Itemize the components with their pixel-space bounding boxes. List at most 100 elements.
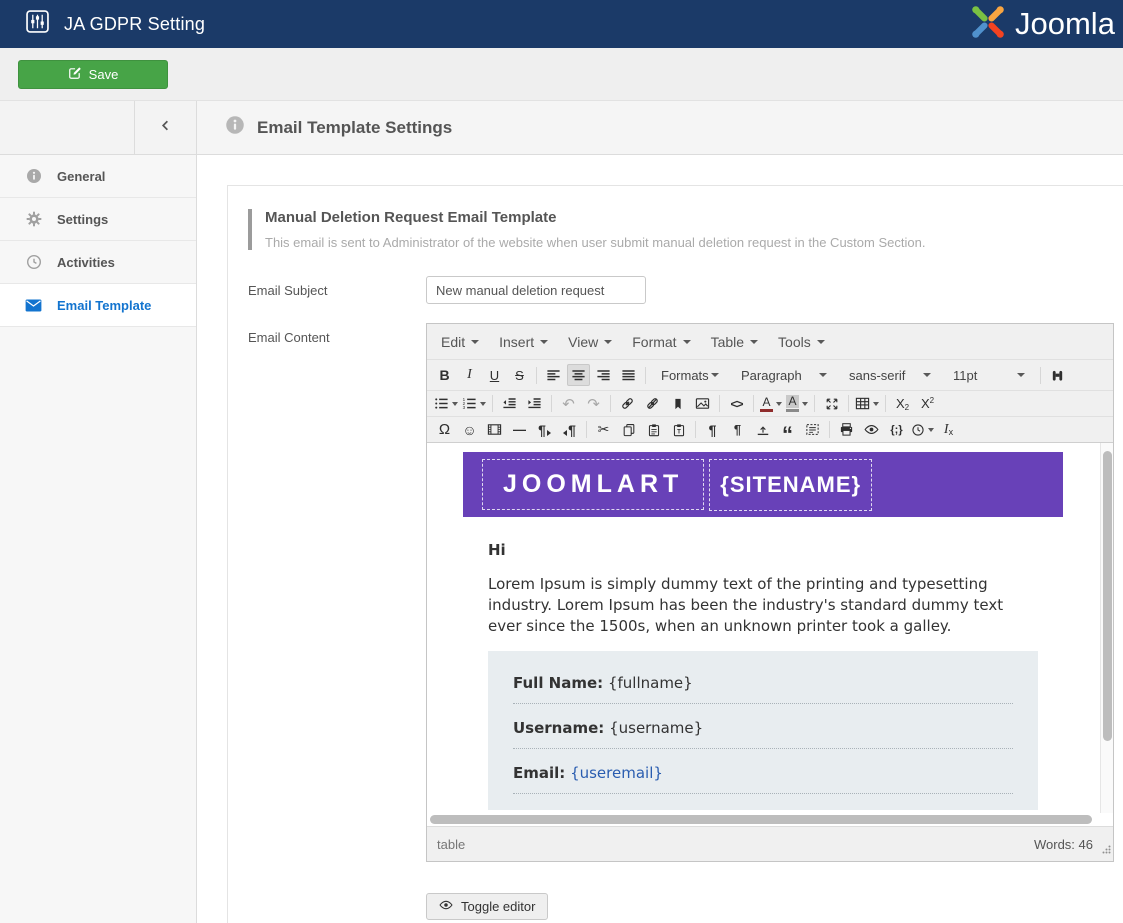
info-row-username: Username: {username}: [513, 704, 1013, 749]
emoticons-button[interactable]: ☺: [458, 419, 481, 441]
chevron-down-icon: [683, 340, 691, 344]
sidebar-item-settings[interactable]: Settings: [0, 198, 196, 241]
outdent-button[interactable]: [498, 393, 521, 415]
editor-vertical-scrollbar[interactable]: [1100, 443, 1113, 813]
paragraph-format-dropdown[interactable]: Paragraph: [734, 363, 834, 387]
menu-label: Edit: [441, 334, 465, 350]
insert-datetime-button[interactable]: [910, 419, 935, 441]
chevron-down-icon: [928, 428, 934, 432]
paste-text-icon: T: [672, 423, 686, 437]
special-character-button[interactable]: Ω: [433, 419, 456, 441]
toggle-editor-button[interactable]: Toggle editor: [426, 893, 548, 920]
insert-image-button[interactable]: [691, 393, 714, 415]
paste-button[interactable]: [642, 419, 665, 441]
blockquote-button[interactable]: “: [776, 419, 799, 441]
toolbar-separator: [645, 367, 646, 384]
ltr-button[interactable]: ¶: [533, 419, 556, 441]
sidebar-header: [0, 101, 196, 155]
visual-blocks-button[interactable]: ¶: [701, 419, 724, 441]
insert-template-button[interactable]: [801, 419, 824, 441]
redo-button[interactable]: ↷: [582, 393, 605, 415]
resize-grip[interactable]: [1102, 841, 1111, 859]
sidebar-item-label: Settings: [57, 212, 108, 227]
superscript-button[interactable]: X2: [916, 393, 939, 415]
formats-dropdown[interactable]: Formats: [654, 363, 726, 387]
bullet-list-button[interactable]: [433, 393, 459, 415]
underline-button[interactable]: U: [483, 364, 506, 386]
fullscreen-button[interactable]: [820, 393, 843, 415]
bullet-list-icon: [434, 396, 449, 411]
subscript-small: 2: [905, 403, 909, 412]
anchor-button[interactable]: [666, 393, 689, 415]
element-path[interactable]: table: [437, 837, 465, 852]
align-left-button[interactable]: [542, 364, 565, 386]
menu-edit[interactable]: Edit: [431, 324, 489, 359]
paste-as-text-button[interactable]: T: [667, 419, 690, 441]
preview-button[interactable]: [860, 419, 883, 441]
numbered-list-button[interactable]: 123: [461, 393, 487, 415]
unlink-button[interactable]: [641, 393, 664, 415]
vertical-scrollbar-thumb[interactable]: [1103, 451, 1112, 741]
editor-content-area[interactable]: JOOMLART {SITENAME} Hi Lorem Ipsum is si…: [427, 443, 1113, 813]
email-label: Email:: [513, 764, 565, 782]
save-button-label: Save: [89, 67, 119, 82]
chevron-down-icon: [802, 402, 808, 406]
paste-icon: [647, 423, 661, 437]
insert-link-button[interactable]: [616, 393, 639, 415]
background-color-button[interactable]: A: [785, 393, 809, 415]
code-sample-button[interactable]: {;}: [885, 419, 908, 441]
main-content: Manual Deletion Request Email Template T…: [197, 155, 1123, 923]
strikethrough-button[interactable]: S: [508, 364, 531, 386]
menu-view[interactable]: View: [558, 324, 622, 359]
toolbar-row-2: 123 ↶ ↷ <> A A: [427, 391, 1113, 417]
editor-status-bar: table Words: 46: [427, 827, 1113, 861]
menu-table[interactable]: Table: [701, 324, 768, 359]
subscript-button[interactable]: X2: [891, 393, 914, 415]
menu-insert[interactable]: Insert: [489, 324, 558, 359]
menu-tools[interactable]: Tools: [768, 324, 835, 359]
font-family-dropdown[interactable]: sans-serif: [842, 363, 938, 387]
unlink-icon: [645, 396, 660, 411]
insert-media-button[interactable]: [483, 419, 506, 441]
chevron-left-icon: [158, 118, 173, 138]
email-subject-input[interactable]: [426, 276, 646, 304]
editor-horizontal-scrollbar[interactable]: [427, 813, 1113, 827]
eye-icon: [864, 422, 879, 437]
cut-button[interactable]: ✂: [592, 419, 615, 441]
copy-button[interactable]: [617, 419, 640, 441]
sidebar-item-activities[interactable]: Activities: [0, 241, 196, 284]
undo-button[interactable]: ↶: [557, 393, 580, 415]
horizontal-rule-button[interactable]: —: [508, 419, 531, 441]
section-description: This email is sent to Administrator of t…: [265, 235, 1123, 250]
align-right-button[interactable]: [592, 364, 615, 386]
align-justify-button[interactable]: [617, 364, 640, 386]
sidebar-item-email-template[interactable]: Email Template: [0, 284, 196, 327]
source-code-button[interactable]: <>: [725, 393, 748, 415]
italic-button[interactable]: I: [458, 364, 481, 386]
align-center-icon: [572, 371, 584, 379]
sitename-placeholder: {SITENAME}: [709, 459, 872, 511]
table-button[interactable]: [854, 393, 880, 415]
align-right-icon: [597, 371, 609, 379]
bookmark-icon: [671, 397, 685, 411]
menu-format[interactable]: Format: [622, 324, 700, 359]
sidebar-item-general[interactable]: General: [0, 155, 196, 198]
align-center-button[interactable]: [567, 364, 590, 386]
chevron-down-icon: [819, 373, 827, 377]
rtl-button[interactable]: ¶: [558, 419, 581, 441]
clear-formatting-button[interactable]: Ix: [937, 419, 960, 441]
indent-button[interactable]: [523, 393, 546, 415]
print-button[interactable]: [835, 419, 858, 441]
sidebar-collapse-button[interactable]: [134, 101, 196, 154]
bold-button[interactable]: B: [433, 364, 456, 386]
email-content-label: Email Content: [248, 323, 426, 862]
page-break-button[interactable]: [751, 419, 774, 441]
font-size-dropdown[interactable]: 11pt: [946, 363, 1032, 387]
horizontal-scrollbar-thumb[interactable]: [430, 815, 1092, 824]
search-replace-button[interactable]: [1046, 364, 1069, 386]
save-button[interactable]: Save: [18, 60, 168, 89]
text-color-button[interactable]: A: [759, 393, 783, 415]
visual-chars-button[interactable]: ¶: [726, 419, 749, 441]
sidebar-item-label: Email Template: [57, 298, 151, 313]
section-title: Manual Deletion Request Email Template: [265, 209, 1123, 226]
